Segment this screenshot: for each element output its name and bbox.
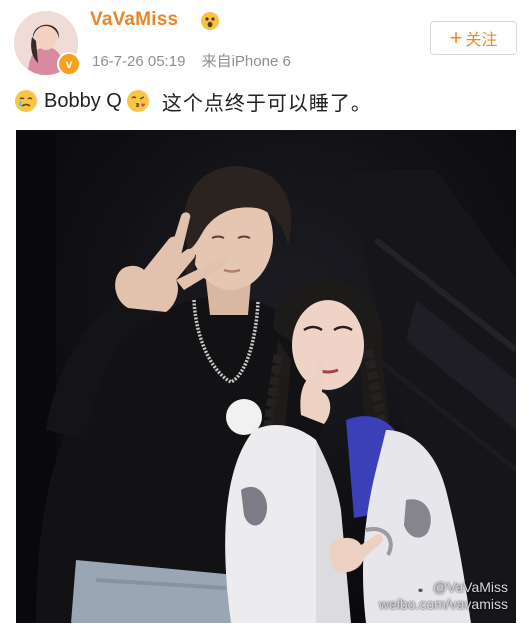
post-photo[interactable]: @VaVaMiss weibo.com/vavamiss	[16, 130, 516, 623]
plus-icon: +	[449, 25, 463, 50]
timestamp: 16-7-26 05:19	[92, 53, 186, 70]
crying-face-icon	[14, 89, 38, 113]
follow-button[interactable]: + 关注	[430, 21, 517, 55]
post-text-part1: Bobby Q	[44, 89, 122, 112]
kissing-face-icon	[126, 89, 150, 113]
username[interactable]: VaVaMiss	[90, 9, 178, 31]
post-text: Bobby Q 这个点终于可以睡了。	[14, 86, 372, 116]
post-meta: 16-7-26 05:19 来自iPhone 6	[92, 50, 291, 71]
weibo-watermark: @VaVaMiss weibo.com/vavamiss	[379, 579, 508, 613]
weibo-post: v VaVaMiss 16-7-26 05:19 来自iPhone 6 + 关注…	[0, 0, 532, 633]
post-source: 来自iPhone 6	[201, 53, 291, 70]
verified-badge-icon: v	[57, 52, 81, 76]
weibo-logo-icon	[414, 581, 430, 595]
post-text-part2: 这个点终于可以睡了。	[161, 92, 372, 115]
watermark-handle: @VaVaMiss	[432, 579, 508, 595]
watermark-url: weibo.com/vavamiss	[378, 596, 508, 612]
follow-label: 关注	[465, 32, 498, 49]
photo-image	[16, 130, 516, 623]
surprised-face-icon	[200, 11, 220, 31]
